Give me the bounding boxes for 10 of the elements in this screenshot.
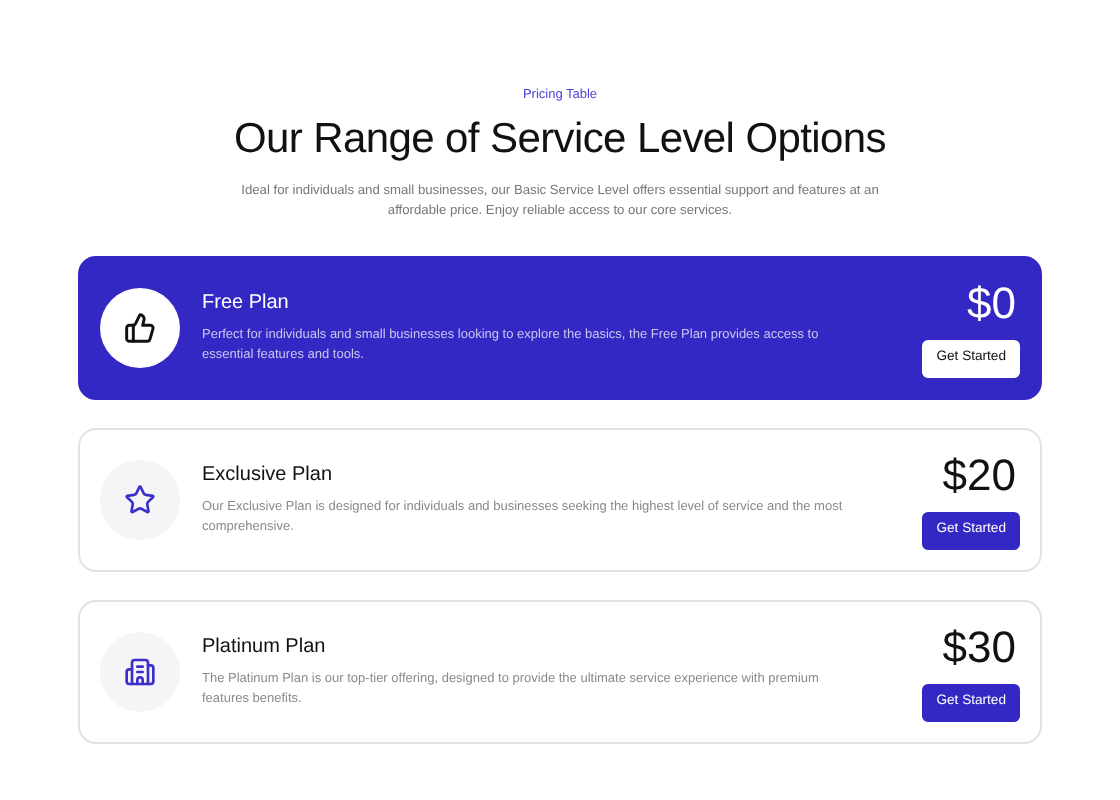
thumbs-up-icon (124, 311, 156, 344)
plan-name: Exclusive Plan (202, 461, 335, 488)
star-icon (124, 483, 156, 516)
plan-price: $20 (942, 449, 1016, 502)
plan-price: $0 (967, 277, 1016, 330)
plan-name: Platinum Plan (202, 633, 328, 660)
page-title: Our Range of Service Level Options (234, 113, 886, 166)
plan-price: $30 (942, 621, 1016, 674)
plan-name: Free Plan (202, 289, 291, 316)
building-icon (124, 655, 156, 688)
